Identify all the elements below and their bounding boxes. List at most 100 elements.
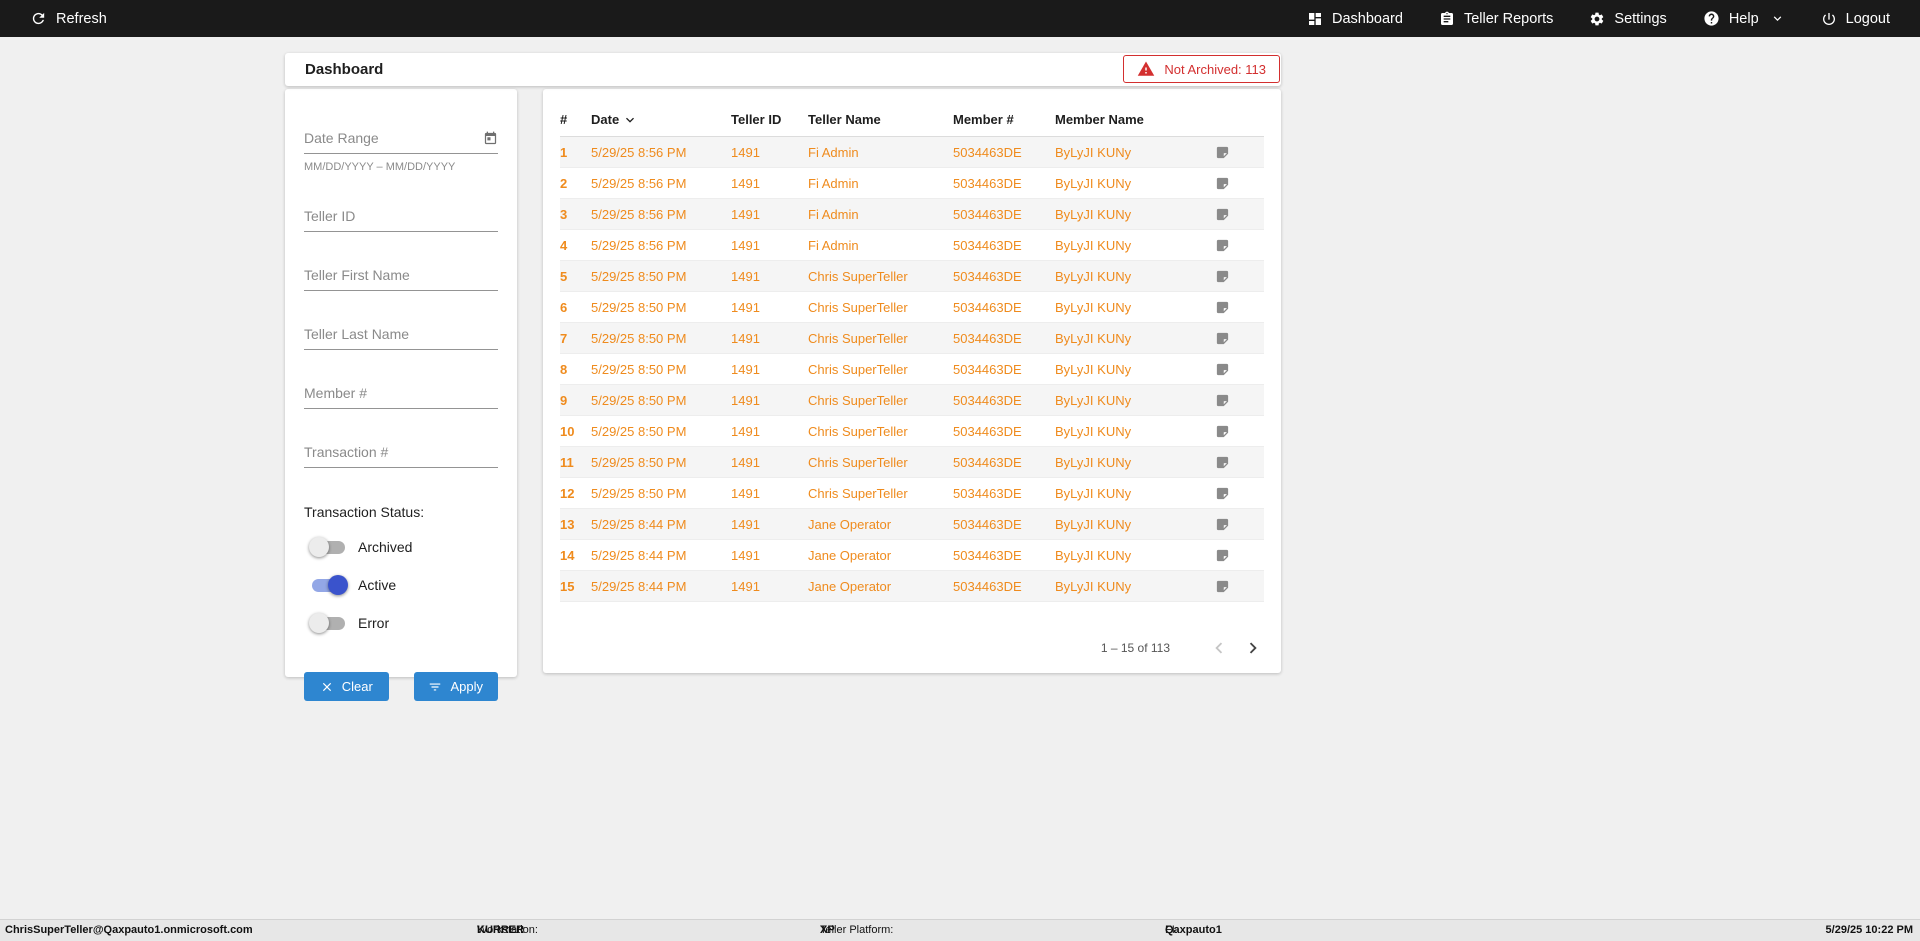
table-row[interactable]: 3 5/29/25 8:56 PM 1491 Fi Admin 5034463D… xyxy=(560,199,1264,230)
teller-first-name-input[interactable] xyxy=(304,260,498,291)
table-row[interactable]: 9 5/29/25 8:50 PM 1491 Chris SuperTeller… xyxy=(560,385,1264,416)
note-icon[interactable] xyxy=(1215,517,1264,532)
table-row[interactable]: 7 5/29/25 8:50 PM 1491 Chris SuperTeller… xyxy=(560,323,1264,354)
date-range-hint: MM/DD/YYYY – MM/DD/YYYY xyxy=(304,161,456,173)
row-teller-name: Jane Operator xyxy=(808,547,892,563)
nav-teller-reports-label: Teller Reports xyxy=(1463,10,1554,27)
row-teller-name: Chris SuperTeller xyxy=(808,330,908,346)
apply-button[interactable]: Apply xyxy=(413,672,498,701)
pagination: 1 – 15 of 113 xyxy=(560,637,1264,659)
col-member-name: Member Name xyxy=(1055,112,1144,127)
table-row[interactable]: 5 5/29/25 8:50 PM 1491 Chris SuperTeller… xyxy=(560,261,1264,292)
next-page-icon[interactable] xyxy=(1242,637,1264,659)
table-body: 1 5/29/25 8:56 PM 1491 Fi Admin 5034463D… xyxy=(560,137,1264,602)
table-row[interactable]: 14 5/29/25 8:44 PM 1491 Jane Operator 50… xyxy=(560,540,1264,571)
table-row[interactable]: 12 5/29/25 8:50 PM 1491 Chris SuperTelle… xyxy=(560,478,1264,509)
teller-id-input[interactable] xyxy=(304,201,498,232)
archived-toggle[interactable] xyxy=(309,536,345,557)
note-icon[interactable] xyxy=(1215,300,1264,315)
refresh-label: Refresh xyxy=(56,10,107,27)
active-toggle[interactable] xyxy=(312,574,348,595)
row-member-name: ByLyJI KUNy xyxy=(1055,299,1132,315)
table-row[interactable]: 6 5/29/25 8:50 PM 1491 Chris SuperTeller… xyxy=(560,292,1264,323)
row-teller-id: 1491 xyxy=(731,578,760,594)
table-row[interactable]: 8 5/29/25 8:50 PM 1491 Chris SuperTeller… xyxy=(560,354,1264,385)
note-icon[interactable] xyxy=(1215,455,1264,470)
row-number: 8 xyxy=(560,361,568,377)
row-date: 5/29/25 8:56 PM xyxy=(591,237,687,253)
nav-dashboard[interactable]: Dashboard xyxy=(1307,11,1403,27)
row-number: 12 xyxy=(560,485,575,501)
row-teller-name: Chris SuperTeller xyxy=(808,454,908,470)
note-icon[interactable] xyxy=(1215,238,1264,253)
table-row[interactable]: 11 5/29/25 8:50 PM 1491 Chris SuperTelle… xyxy=(560,447,1264,478)
row-teller-name: Fi Admin xyxy=(808,237,859,253)
row-teller-id: 1491 xyxy=(731,516,760,532)
row-member-name: ByLyJI KUNy xyxy=(1055,547,1132,563)
calendar-icon[interactable] xyxy=(483,131,498,146)
row-teller-id: 1491 xyxy=(731,454,760,470)
filter-icon xyxy=(430,683,441,690)
row-teller-id: 1491 xyxy=(731,175,760,191)
clear-button-label: Clear xyxy=(341,679,373,694)
archived-toggle-thumb xyxy=(309,536,329,557)
date-range-input[interactable] xyxy=(304,123,498,154)
note-icon[interactable] xyxy=(1215,424,1264,439)
chevron-down-icon xyxy=(1773,16,1781,21)
table-row[interactable]: 15 5/29/25 8:44 PM 1491 Jane Operator 50… xyxy=(560,571,1264,602)
transactions-table: # Date Teller ID Teller Name Member # Me… xyxy=(543,89,1281,673)
row-date: 5/29/25 8:56 PM xyxy=(591,144,687,160)
row-date: 5/29/25 8:44 PM xyxy=(591,578,687,594)
row-number: 10 xyxy=(560,423,575,439)
note-icon[interactable] xyxy=(1215,579,1264,594)
teller-last-name-input[interactable] xyxy=(304,319,498,350)
pagination-range: 1 – 15 of 113 xyxy=(1100,641,1170,655)
note-icon[interactable] xyxy=(1215,548,1264,563)
member-number-input[interactable] xyxy=(304,378,498,409)
note-icon[interactable] xyxy=(1215,331,1264,346)
row-date: 5/29/25 8:50 PM xyxy=(591,361,687,377)
row-member-name: ByLyJI KUNy xyxy=(1055,454,1132,470)
note-icon[interactable] xyxy=(1215,176,1264,191)
table-row[interactable]: 1 5/29/25 8:56 PM 1491 Fi Admin 5034463D… xyxy=(560,137,1264,168)
topbar: Refresh Dashboard Teller Reports Setting… xyxy=(0,0,1920,37)
row-member-number: 5034463DE xyxy=(953,175,1022,191)
nav-settings[interactable]: Settings xyxy=(1589,11,1667,27)
clear-button[interactable]: Clear xyxy=(304,672,389,701)
row-date: 5/29/25 8:50 PM xyxy=(591,392,687,408)
table-row[interactable]: 13 5/29/25 8:44 PM 1491 Jane Operator 50… xyxy=(560,509,1264,540)
table-row[interactable]: 4 5/29/25 8:56 PM 1491 Fi Admin 5034463D… xyxy=(560,230,1264,261)
note-icon[interactable] xyxy=(1215,269,1264,284)
row-date: 5/29/25 8:44 PM xyxy=(591,516,687,532)
note-icon[interactable] xyxy=(1215,145,1264,160)
fi-value: Qaxpauto1 xyxy=(1165,924,1222,936)
row-teller-id: 1491 xyxy=(731,423,760,439)
note-icon[interactable] xyxy=(1215,207,1264,222)
nav-logout[interactable]: Logout xyxy=(1821,11,1890,27)
error-toggle[interactable] xyxy=(309,612,345,633)
refresh-button[interactable]: Refresh xyxy=(30,10,107,27)
table-row[interactable]: 10 5/29/25 8:50 PM 1491 Chris SuperTelle… xyxy=(560,416,1264,447)
col-number: # xyxy=(560,112,568,127)
nav-dashboard-label: Dashboard xyxy=(1332,10,1403,27)
note-icon[interactable] xyxy=(1215,362,1264,377)
table-row[interactable]: 2 5/29/25 8:56 PM 1491 Fi Admin 5034463D… xyxy=(560,168,1264,199)
previous-page-icon[interactable] xyxy=(1208,637,1230,659)
row-member-number: 5034463DE xyxy=(953,237,1022,253)
col-date[interactable]: Date xyxy=(591,112,731,128)
row-date: 5/29/25 8:50 PM xyxy=(591,268,687,284)
transaction-number-input[interactable] xyxy=(304,437,498,468)
platform-value: XP xyxy=(820,924,835,936)
nav-help[interactable]: Help xyxy=(1703,10,1785,27)
toggle-row-archived: Archived xyxy=(304,536,498,558)
col-member-number: Member # xyxy=(953,112,1014,127)
row-member-number: 5034463DE xyxy=(953,423,1022,439)
row-member-number: 5034463DE xyxy=(953,299,1022,315)
note-icon[interactable] xyxy=(1215,393,1264,408)
note-icon[interactable] xyxy=(1215,486,1264,501)
row-date: 5/29/25 8:56 PM xyxy=(591,175,687,191)
row-date: 5/29/25 8:50 PM xyxy=(591,485,687,501)
nav-teller-reports[interactable]: Teller Reports xyxy=(1439,11,1553,27)
row-teller-id: 1491 xyxy=(731,392,760,408)
col-teller-id: Teller ID xyxy=(731,112,782,127)
